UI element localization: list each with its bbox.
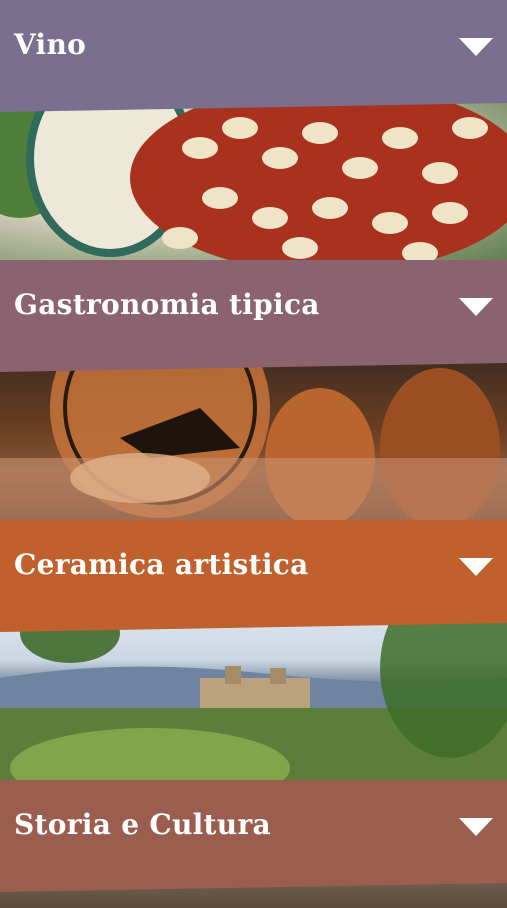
section-ceramica-label: Ceramica artistica (14, 548, 309, 581)
chevron-down-icon[interactable] (459, 818, 493, 836)
section-vino[interactable]: Vino (0, 0, 507, 112)
section-ceramica[interactable]: Ceramica artistica (0, 520, 507, 632)
section-storia-label: Storia e Cultura (14, 808, 271, 841)
landscape-image (0, 608, 507, 793)
section-gastronomia-label: Gastronomia tipica (14, 288, 320, 321)
ceramics-image (0, 348, 507, 528)
section-storia[interactable]: Storia e Cultura (0, 780, 507, 892)
section-gastronomia[interactable]: Gastronomia tipica (0, 260, 507, 372)
section-vino-label: Vino (14, 28, 87, 61)
gastronomy-image (0, 88, 507, 268)
chevron-down-icon[interactable] (459, 558, 493, 576)
chevron-down-icon[interactable] (459, 298, 493, 316)
chevron-down-icon[interactable] (459, 38, 493, 56)
